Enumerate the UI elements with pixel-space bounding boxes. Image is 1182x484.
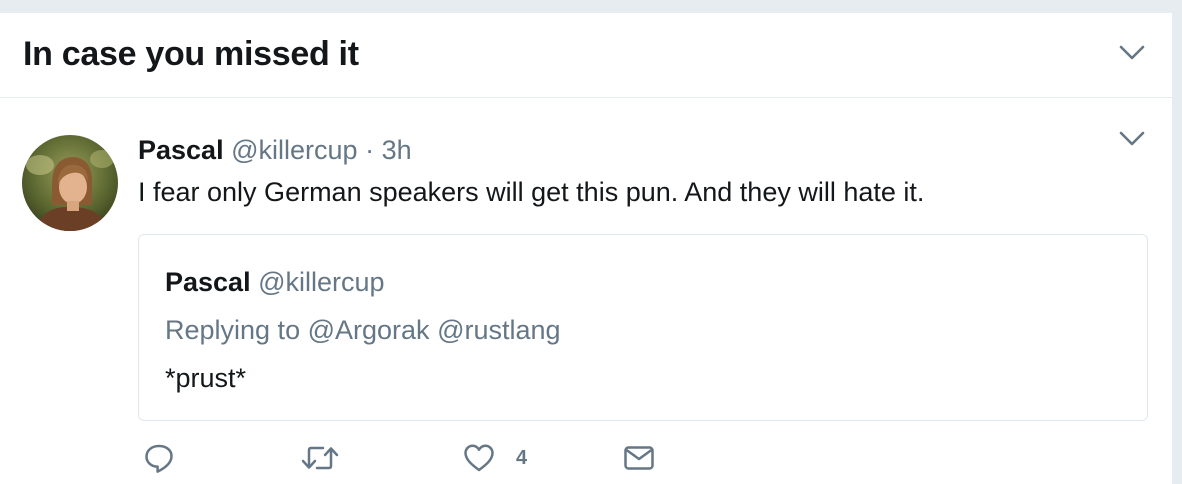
- reply-button[interactable]: [142, 438, 176, 478]
- quoted-author-handle: @killercup: [258, 267, 385, 297]
- avatar[interactable]: [22, 135, 118, 231]
- replying-to-user[interactable]: @Argorak: [308, 315, 430, 345]
- direct-message-button[interactable]: [622, 438, 656, 478]
- header-separator: ·: [365, 135, 375, 165]
- tweet-author-name[interactable]: Pascal: [138, 135, 224, 165]
- tweet-options-button[interactable]: [1115, 122, 1149, 156]
- heart-icon: [464, 444, 494, 472]
- retweet-button[interactable]: [300, 438, 340, 478]
- like-count: 4: [516, 446, 528, 469]
- retweet-icon: [301, 446, 339, 470]
- tweet-timestamp[interactable]: 3h: [382, 135, 412, 165]
- like-button[interactable]: 4: [462, 438, 527, 478]
- module-title: In case you missed it: [23, 35, 359, 73]
- tweet-text: I fear only German speakers will get thi…: [138, 177, 925, 207]
- quoted-tweet-text: *prust*: [165, 363, 247, 393]
- tweet-author-handle[interactable]: @killercup: [231, 135, 357, 165]
- module-header: In case you missed it: [0, 13, 1172, 98]
- chevron-down-icon: [1119, 45, 1145, 60]
- quoted-tweet[interactable]: Pascal @killercup Replying to @Argorak @…: [138, 234, 1148, 421]
- chevron-down-icon: [1119, 131, 1145, 146]
- reply-icon: [145, 444, 173, 473]
- quoted-tweet-header: Pascal @killercup: [165, 267, 385, 298]
- quoted-author-name: Pascal: [165, 267, 251, 297]
- module-options-button[interactable]: [1115, 36, 1149, 70]
- quoted-replying-to: Replying to @Argorak @rustlang: [165, 315, 561, 346]
- replying-to-label: Replying to: [165, 315, 301, 345]
- envelope-icon: [624, 446, 654, 470]
- replying-to-user[interactable]: @rustlang: [437, 315, 560, 345]
- icymi-module: In case you missed it Pascal @killercup …: [0, 13, 1173, 484]
- tweet-header: Pascal @killercup · 3h: [138, 135, 412, 166]
